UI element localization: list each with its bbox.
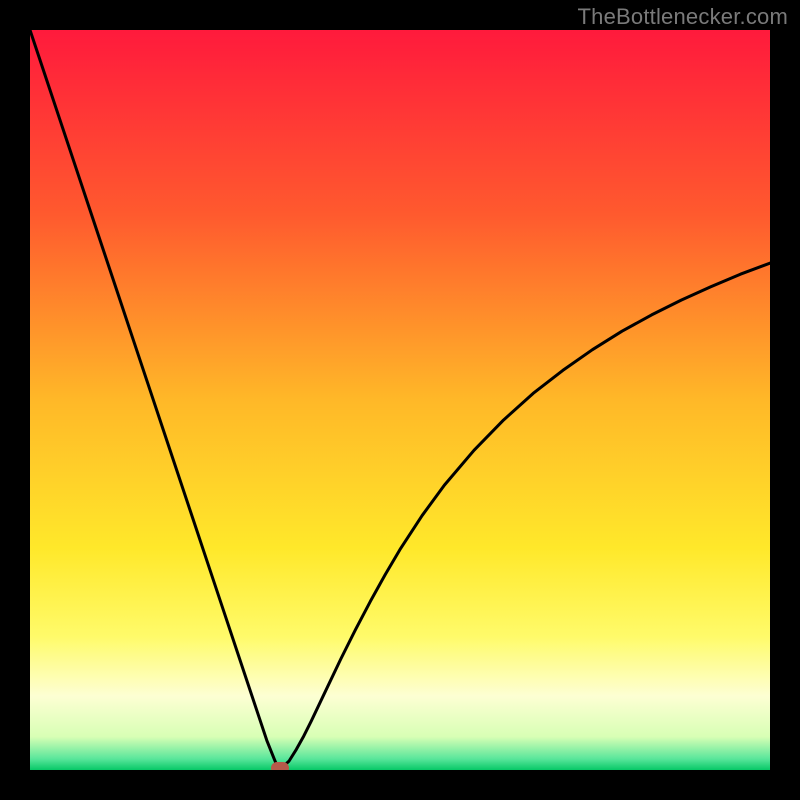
optimal-marker: [271, 762, 289, 770]
plot-area: [30, 30, 770, 770]
watermark-text: TheBottlenecker.com: [578, 4, 788, 30]
chart-frame: TheBottlenecker.com: [0, 0, 800, 800]
bottleneck-curve: [30, 30, 770, 770]
